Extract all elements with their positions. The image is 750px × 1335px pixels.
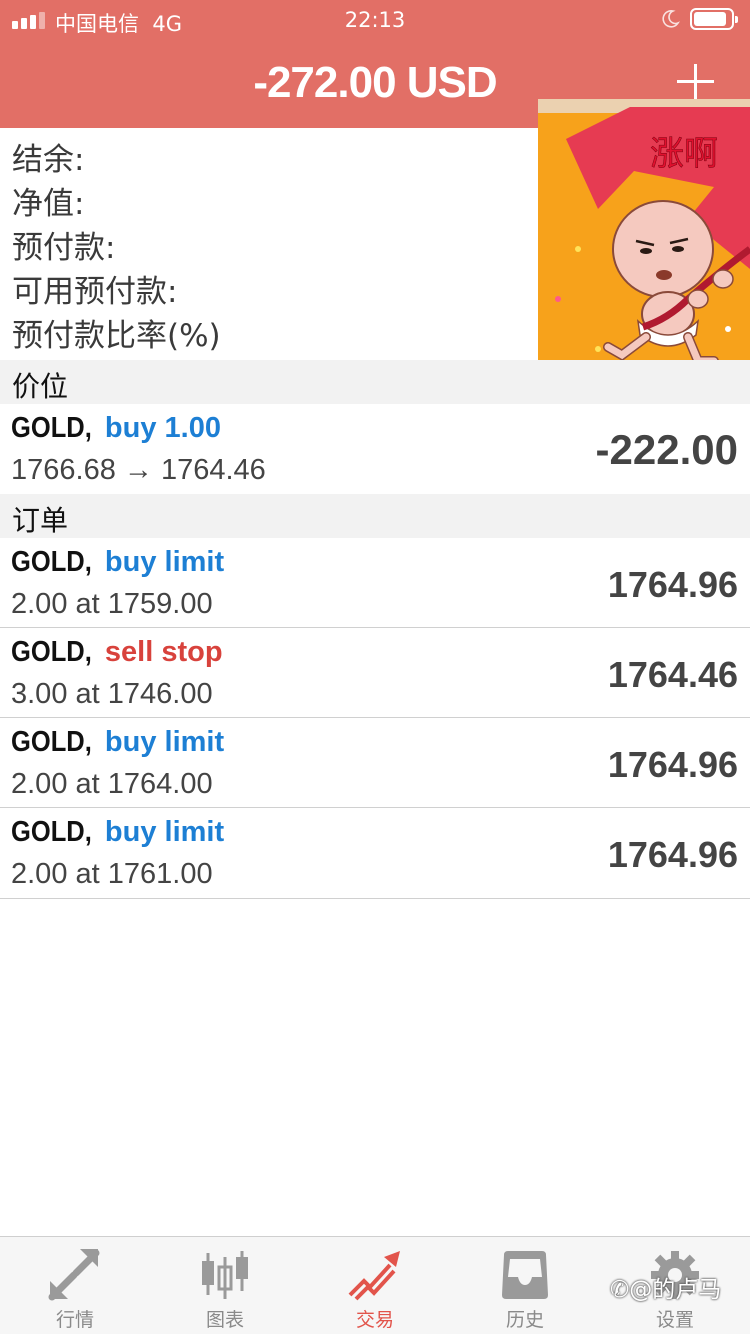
battery-icon: [690, 8, 738, 30]
tab-label: 设置: [655, 1309, 694, 1331]
position-row[interactable]: GOLD, buy 1.00 1766.68 → 1764.46 -222.00: [0, 404, 750, 494]
sticker-image: 涨啊: [538, 99, 750, 377]
status-bar: 中国电信 4G 22:13: [0, 0, 750, 40]
tab-charts[interactable]: 图表: [150, 1237, 300, 1335]
free-margin-label: 可用预付款:: [12, 274, 178, 310]
order-title: GOLD, buy limit: [11, 546, 224, 579]
order-type: buy limit: [104, 816, 225, 848]
order-price: 1764.96: [607, 744, 738, 785]
candlestick-chart-icon: [202, 1251, 248, 1299]
order-title: GOLD, sell stop: [11, 636, 223, 669]
order-detail: 2.00 at 1761.00: [11, 858, 213, 890]
balance-label: 结余:: [12, 142, 85, 178]
margin-label: 预付款:: [12, 230, 116, 266]
order-type: buy limit: [104, 546, 225, 578]
order-price: 1764.96: [607, 564, 738, 605]
tab-label: 历史: [505, 1309, 544, 1331]
position-profit: -222.00: [595, 426, 738, 473]
order-row[interactable]: GOLD, buy limit 2.00 at 1761.00 1764.96: [0, 808, 750, 899]
order-symbol: GOLD,: [11, 636, 92, 668]
order-type: buy limit: [104, 726, 225, 758]
order-symbol: GOLD,: [11, 816, 92, 848]
weibo-logo-icon: ✆: [610, 1277, 630, 1303]
order-detail: 2.00 at 1759.00: [11, 588, 213, 620]
row-divider: [0, 898, 750, 899]
tab-label: 图表: [205, 1309, 244, 1331]
do-not-disturb-moon-icon: [662, 10, 680, 28]
position-symbol: GOLD,: [11, 412, 92, 444]
order-price: 1764.96: [607, 834, 738, 875]
tab-quotes[interactable]: 行情: [0, 1237, 150, 1335]
trade-trend-icon: [348, 1251, 400, 1301]
tab-trade[interactable]: 交易: [300, 1237, 450, 1335]
orders-section-header: 订单: [0, 494, 750, 538]
tab-label: 交易: [355, 1309, 394, 1331]
order-detail: 2.00 at 1764.00: [11, 768, 213, 800]
sticker-text: 涨啊: [650, 134, 718, 174]
positions-section-header: 价位: [0, 360, 750, 404]
tab-label: 行情: [55, 1309, 94, 1331]
order-title: GOLD, buy limit: [11, 816, 224, 849]
quotes-arrows-icon: [48, 1249, 100, 1301]
plus-icon[interactable]: [676, 62, 716, 102]
orders-section-title: 订单: [12, 504, 69, 537]
positions-section-title: 价位: [12, 370, 69, 403]
order-detail: 3.00 at 1746.00: [11, 678, 213, 710]
order-type: sell stop: [104, 636, 223, 668]
history-inbox-icon: [502, 1251, 548, 1299]
watermark: ✆@的卢马: [610, 1277, 722, 1303]
equity-label: 净值:: [12, 186, 85, 222]
order-symbol: GOLD,: [11, 546, 92, 578]
order-row[interactable]: GOLD, sell stop 3.00 at 1746.00 1764.46: [0, 628, 750, 718]
position-title: GOLD, buy 1.00: [11, 412, 221, 445]
position-action: buy 1.00: [104, 412, 221, 444]
order-row[interactable]: GOLD, buy limit 2.00 at 1764.00 1764.96: [0, 718, 750, 808]
order-title: GOLD, buy limit: [11, 726, 224, 759]
order-row[interactable]: GOLD, buy limit 2.00 at 1759.00 1764.96: [0, 538, 750, 628]
tab-history[interactable]: 历史: [450, 1237, 600, 1335]
status-time: 22:13: [344, 8, 406, 32]
margin-level-label: 预付款比率(%): [12, 318, 221, 354]
order-price: 1764.46: [607, 654, 738, 695]
order-symbol: GOLD,: [11, 726, 92, 758]
position-prices: 1766.68 → 1764.46: [11, 454, 266, 486]
